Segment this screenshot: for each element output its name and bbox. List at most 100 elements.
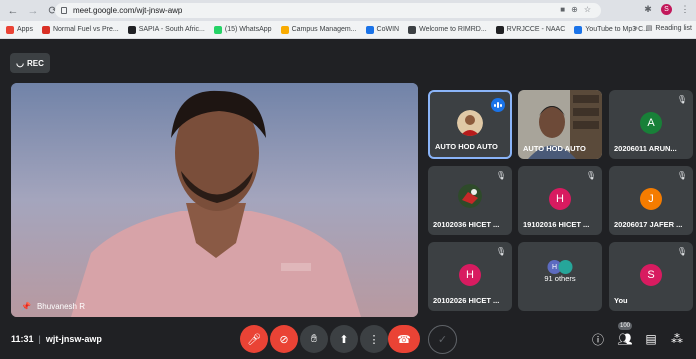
bookmark-item[interactable]: (15) WhatsApp — [213, 25, 272, 34]
more-bookmarks-icon[interactable]: » — [634, 25, 638, 32]
microphone-toggle[interactable]: 🎤︎ — [240, 325, 268, 353]
meeting-details-icon[interactable]: ⓘ — [589, 330, 607, 348]
meeting-controls-bar: 11:31 | wjt-jnsw-awp 🎤︎ ⊘ ✋︎ ⬆ ⋮ ☎︎ ✓ ⓘ … — [0, 320, 696, 359]
participant-avatar: A — [640, 112, 662, 134]
bookmark-item[interactable]: RVRJCCE - NAAC — [495, 25, 566, 34]
bookmark-favicon-icon — [280, 25, 289, 34]
bookmark-favicon-icon — [41, 25, 50, 34]
participant-tile[interactable]: J 🎙︎ 20206017 JAFER ... — [609, 166, 693, 235]
meeting-code: wjt-jnsw-awp — [45, 334, 102, 344]
participant-tile[interactable]: S 🎙︎ You — [609, 242, 693, 311]
participant-photo — [458, 184, 482, 208]
bookmark-label: Apps — [17, 26, 33, 33]
participant-name: You — [614, 296, 628, 305]
camera-toggle[interactable]: ⊘ — [270, 325, 298, 353]
bookmark-item[interactable]: Apps — [6, 25, 33, 34]
participant-avatar: H — [459, 264, 481, 286]
more-vert-icon: ⋮ — [368, 333, 380, 346]
browser-toolbar: ← → ⟳ meet.google.com/wjt-jnsw-awp ■ ⊕ ☆… — [0, 0, 696, 21]
mic-off-icon: 🎤︎ — [247, 333, 261, 346]
presenter-name: Bhuvanesh R — [36, 302, 85, 311]
bookmark-favicon-icon — [495, 25, 504, 34]
participant-name: 20206017 JAFER ... — [614, 220, 683, 229]
more-options-button[interactable]: ⋮ — [360, 325, 388, 353]
recording-indicator[interactable]: ◡ REC — [10, 53, 50, 73]
bookmark-label: CoWIN — [376, 26, 400, 33]
hang-up-icon: ☎︎ — [397, 333, 411, 346]
participant-tile[interactable]: H 🎙︎ 20102026 HICET ... — [428, 242, 512, 311]
present-button[interactable]: ⬆ — [330, 325, 358, 353]
bookmark-favicon-icon — [127, 25, 136, 34]
ai-assist-button[interactable]: ✓ — [428, 325, 457, 354]
participant-tile[interactable]: H 91 others — [518, 242, 602, 311]
avatar-initial: A — [647, 117, 655, 129]
hand-icon: ✋︎ — [310, 332, 318, 345]
separator: | — [38, 334, 41, 344]
presenter-figure — [11, 83, 418, 317]
bookmark-item[interactable]: Normal Fuel vs Pre... — [41, 25, 119, 34]
chat-icon[interactable]: ▤ — [642, 330, 660, 348]
reading-list-icon: ▤ — [645, 25, 653, 32]
bookmark-label: SAPIA - South Afric... — [138, 26, 205, 33]
bookmark-label: Welcome to RIMRD... — [419, 26, 487, 33]
people-icon: 👥︎ — [617, 332, 633, 346]
bookmark-label: Normal Fuel vs Pre... — [52, 26, 119, 33]
bookmark-favicon-icon — [574, 25, 583, 34]
address-bar[interactable]: meet.google.com/wjt-jnsw-awp ■ ⊕ ☆ — [55, 3, 601, 18]
presenter-video[interactable]: 📌 Bhuvanesh R — [11, 83, 418, 317]
recording-icon: ◡ — [16, 57, 24, 68]
mini-avatar — [558, 260, 573, 274]
avatar-initial: H — [556, 193, 564, 205]
participant-tile[interactable]: A 🎙︎ 20206011 ARUN... — [609, 90, 693, 159]
bookmark-item[interactable]: CoWIN — [365, 25, 400, 34]
camera-icon[interactable]: ■ — [560, 5, 565, 14]
participant-tile[interactable]: AUTO HOD AUTO — [518, 90, 602, 159]
checkmark-icon: ✓ — [437, 334, 448, 346]
back-icon[interactable]: ← — [6, 4, 20, 18]
others-avatars: H — [547, 260, 573, 274]
present-icon: ⬆ — [339, 333, 349, 346]
zoom-icon[interactable]: ⊕ — [571, 5, 578, 14]
participant-photo — [457, 110, 483, 136]
avatar-initial: H — [466, 269, 474, 281]
participant-name: 20206011 ARUN... — [614, 144, 677, 153]
participant-tile[interactable]: H 🎙︎ 19102016 HICET ... — [518, 166, 602, 235]
bookmark-label: Campus Managem... — [291, 26, 357, 33]
menu-icon[interactable]: ⋮ — [678, 2, 692, 16]
participant-tile[interactable]: 🎙︎ 20102036 HICET ... — [428, 166, 512, 235]
bookmark-item[interactable]: SAPIA - South Afric... — [127, 25, 205, 34]
participant-name: 91 others — [544, 274, 576, 283]
pin-icon[interactable]: 📌 — [21, 302, 31, 311]
activities-icon[interactable]: ⁂ — [668, 330, 686, 348]
rec-label: REC — [26, 58, 44, 68]
mic-muted-icon: 🎙︎ — [676, 247, 687, 256]
participant-avatar: S — [640, 264, 662, 286]
participant-count: 100 — [618, 322, 633, 330]
mic-muted-icon: 🎙︎ — [676, 95, 687, 104]
participant-name: 20102026 HICET ... — [433, 296, 500, 305]
bookmark-favicon-icon — [365, 25, 374, 34]
camera-off-icon: ⊘ — [279, 333, 289, 346]
people-button[interactable]: 100 👥︎ — [616, 322, 634, 348]
extensions-icon[interactable]: ✱ — [641, 2, 655, 16]
leave-call-button[interactable]: ☎︎ — [388, 325, 420, 353]
bookmark-favicon-icon — [6, 25, 14, 34]
bookmark-star-icon[interactable]: ☆ — [584, 5, 591, 14]
forward-icon[interactable]: → — [26, 4, 40, 18]
lock-icon — [61, 7, 67, 14]
profile-avatar[interactable]: S — [661, 3, 672, 15]
speaking-indicator-icon — [491, 98, 505, 112]
participant-avatar: J — [640, 188, 662, 210]
bookmarks-bar: Apps Normal Fuel vs Pre... SAPIA - South A… — [0, 21, 696, 39]
bookmark-item[interactable]: Campus Managem... — [280, 25, 357, 34]
bookmark-item[interactable]: Welcome to RIMRD... — [408, 25, 487, 34]
mic-muted-icon: 🎙︎ — [495, 247, 506, 256]
mic-muted-icon: 🎙︎ — [495, 171, 506, 180]
participant-tile[interactable]: AUTO HOD AUTO — [428, 90, 512, 159]
participant-name: 20102036 HICET ... — [433, 220, 500, 229]
bookmark-label: RVRJCCE - NAAC — [506, 26, 566, 33]
mic-muted-icon: 🎙︎ — [585, 171, 596, 180]
participant-name: 19102016 HICET ... — [523, 220, 590, 229]
reading-list-button[interactable]: Reading list — [655, 25, 692, 32]
raise-hand-button[interactable]: ✋︎ — [300, 325, 328, 353]
